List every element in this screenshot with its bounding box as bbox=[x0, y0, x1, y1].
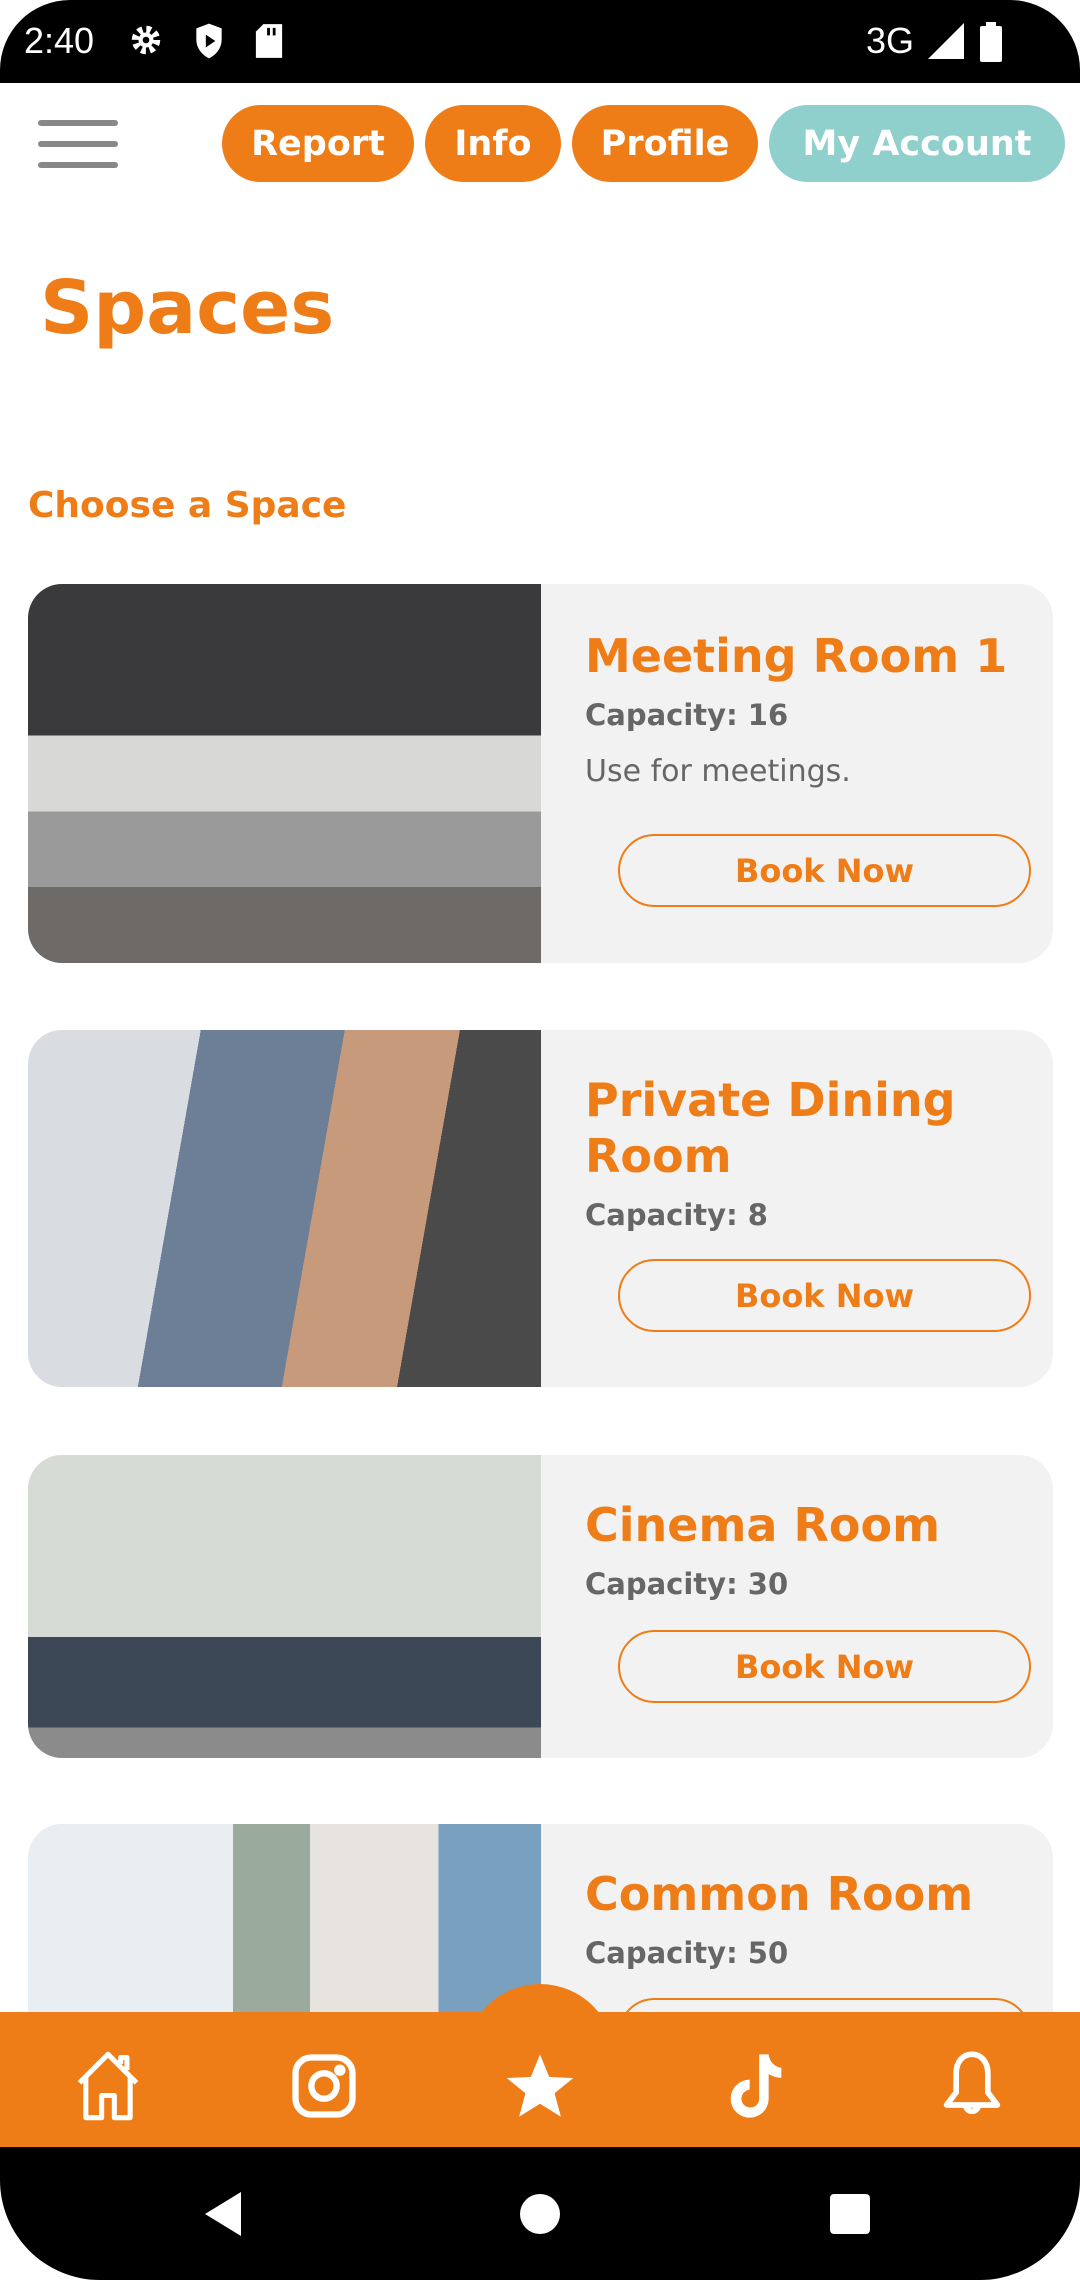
book-now-button[interactable]: Book Now bbox=[618, 834, 1031, 907]
recents-icon[interactable] bbox=[830, 2194, 870, 2234]
space-capacity: Capacity: 30 bbox=[585, 1567, 789, 1601]
info-button[interactable]: Info bbox=[425, 105, 561, 182]
star-icon[interactable] bbox=[502, 2048, 578, 2124]
space-name: Common Room bbox=[585, 1867, 974, 1921]
book-now-button[interactable]: Book Now bbox=[618, 1630, 1031, 1703]
status-bar: 2:40 3G bbox=[0, 0, 1080, 83]
shield-play-icon bbox=[196, 23, 222, 59]
space-image bbox=[28, 1030, 541, 1387]
space-name: Meeting Room 1 bbox=[585, 629, 1008, 683]
space-card: Private Dining Room Capacity: 8 Book Now bbox=[28, 1030, 1053, 1387]
space-card: Cinema Room Capacity: 30 Book Now bbox=[28, 1455, 1053, 1758]
book-now-button[interactable]: Book Now bbox=[618, 1259, 1031, 1332]
battery-icon bbox=[980, 22, 1002, 62]
my-account-button[interactable]: My Account bbox=[769, 105, 1065, 182]
network-type: 3G bbox=[866, 20, 915, 61]
space-card: Meeting Room 1 Capacity: 16 Use for meet… bbox=[28, 584, 1053, 963]
space-image bbox=[28, 584, 541, 963]
signal-icon bbox=[928, 23, 964, 59]
space-capacity: Capacity: 8 bbox=[585, 1198, 768, 1232]
report-button[interactable]: Report bbox=[222, 105, 414, 182]
space-description: Use for meetings. bbox=[585, 754, 851, 789]
space-capacity: Capacity: 16 bbox=[585, 698, 789, 732]
back-icon[interactable] bbox=[205, 2192, 245, 2236]
page-title: Spaces bbox=[40, 265, 335, 351]
instagram-icon[interactable] bbox=[286, 2048, 362, 2124]
home-circle-icon[interactable] bbox=[519, 2193, 561, 2235]
menu-button[interactable] bbox=[38, 120, 118, 168]
home-icon[interactable] bbox=[70, 2048, 146, 2124]
space-image bbox=[28, 1455, 541, 1758]
bottom-nav bbox=[0, 2012, 1080, 2148]
space-name: Private Dining Room bbox=[585, 1073, 956, 1183]
status-time: 2:40 bbox=[24, 20, 95, 61]
system-nav-bar bbox=[0, 2147, 1080, 2280]
sd-card-icon bbox=[255, 24, 283, 58]
bell-icon[interactable] bbox=[934, 2048, 1010, 2124]
space-name: Cinema Room bbox=[585, 1498, 941, 1552]
gear-icon bbox=[131, 25, 161, 55]
section-subtitle: Choose a Space bbox=[28, 485, 347, 526]
profile-button[interactable]: Profile bbox=[572, 105, 758, 182]
tiktok-icon[interactable] bbox=[718, 2048, 794, 2124]
space-capacity: Capacity: 50 bbox=[585, 1936, 789, 1970]
